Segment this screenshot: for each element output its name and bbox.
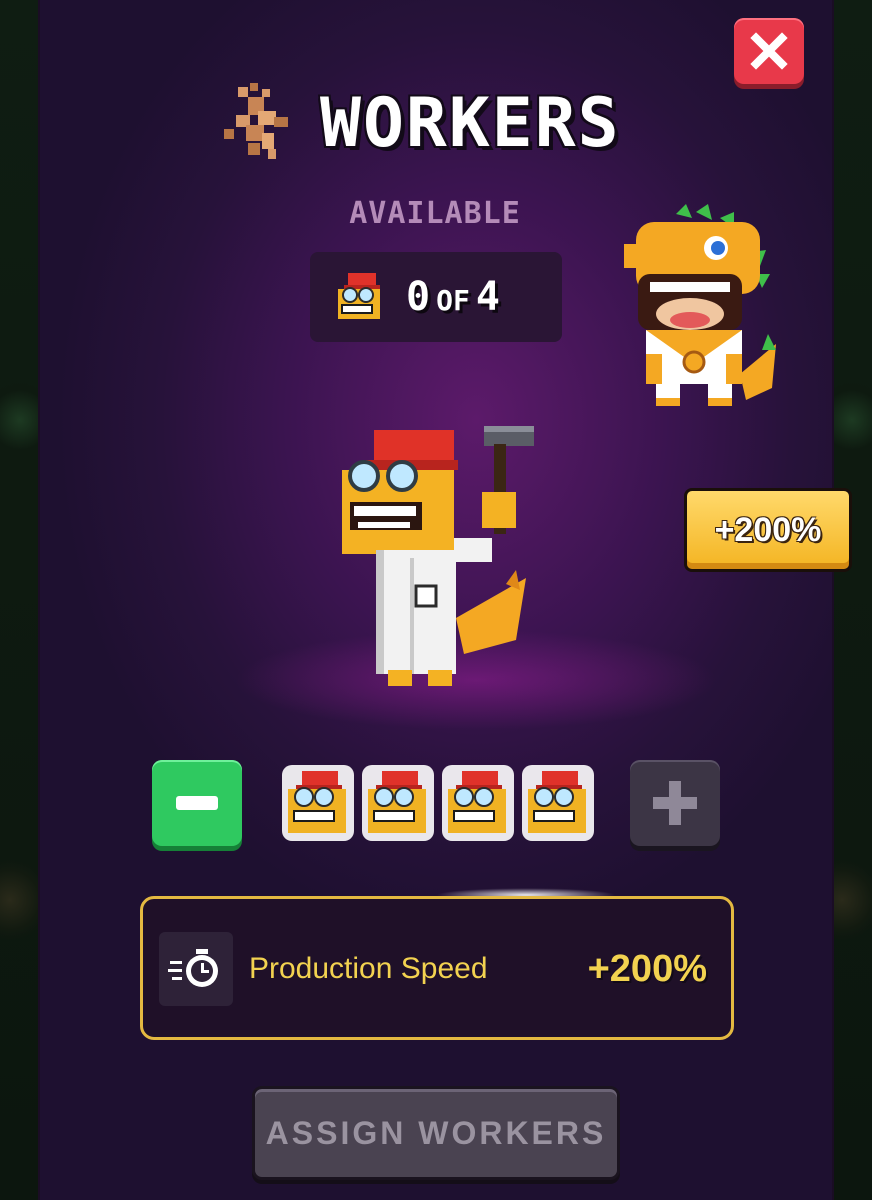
available-of: OF xyxy=(436,284,470,317)
worker-head-icon xyxy=(338,273,380,319)
close-button[interactable] xyxy=(734,18,804,84)
assign-workers-label: ASSIGN WORKERS xyxy=(265,1114,607,1151)
production-speed-card: Production Speed +200% xyxy=(140,896,734,1040)
decrease-workers-button[interactable] xyxy=(152,760,242,846)
worker-slot-3[interactable] xyxy=(442,765,514,841)
stat-row: Production Speed +200% xyxy=(159,931,715,1007)
jungle-background-left xyxy=(0,0,40,1200)
footprints-icon xyxy=(224,83,288,159)
worker-slots xyxy=(282,760,594,846)
title-area: WORKERS xyxy=(218,78,621,168)
assign-workers-button[interactable]: ASSIGN WORKERS xyxy=(252,1086,620,1180)
available-count: 0 OF 4 xyxy=(406,274,500,320)
available-count-box: 0 OF 4 xyxy=(310,252,562,342)
minus-icon xyxy=(176,796,218,810)
increase-workers-button[interactable] xyxy=(630,760,720,846)
close-x-icon xyxy=(750,32,788,70)
stat-label: Production Speed xyxy=(249,952,488,985)
worker-slot-4[interactable] xyxy=(522,765,594,841)
plus-icon xyxy=(653,781,697,825)
available-label: AVAILABLE xyxy=(349,196,521,231)
fast-clock-icon xyxy=(159,932,233,1006)
available-current: 0 xyxy=(406,274,431,320)
worker-slot-2[interactable] xyxy=(362,765,434,841)
worker-character-illustration xyxy=(342,426,534,686)
bonus-badge-text: +200% xyxy=(714,510,822,549)
screen-title: WORKERS xyxy=(320,83,621,163)
bonus-badge: +200% xyxy=(684,488,852,572)
stat-value: +200% xyxy=(587,947,707,990)
available-total: 4 xyxy=(475,274,500,320)
worker-slot-1[interactable] xyxy=(282,765,354,841)
jungle-background-right xyxy=(832,0,872,1200)
dino-costume-mascot xyxy=(624,204,776,406)
